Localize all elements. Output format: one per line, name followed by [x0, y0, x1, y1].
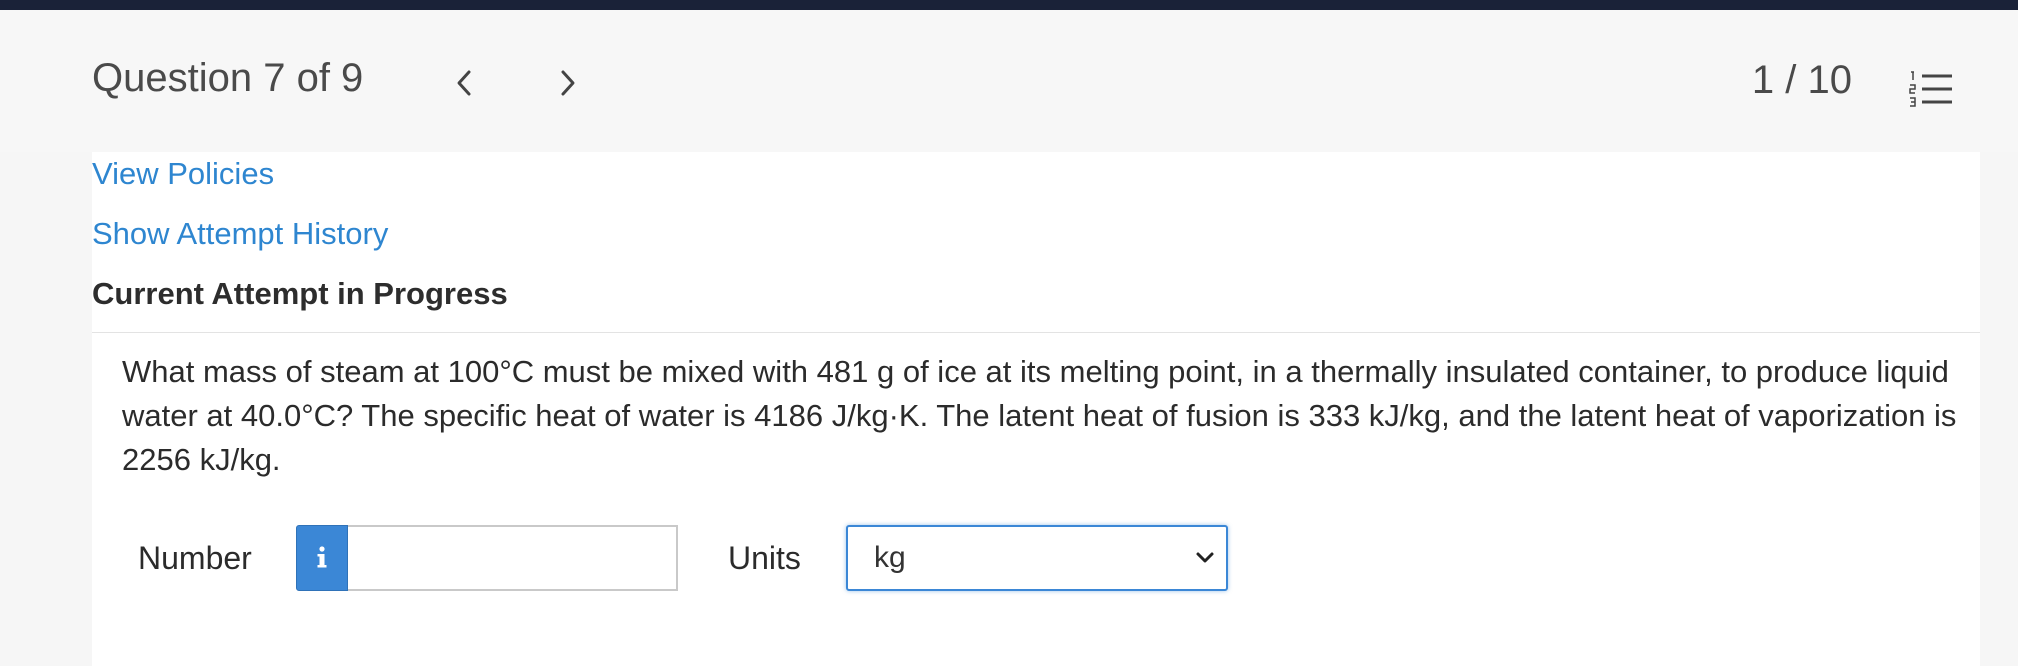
- chevron-down-icon: [1196, 552, 1214, 563]
- top-bar: [0, 0, 2018, 10]
- units-select[interactable]: kg: [846, 525, 1228, 591]
- chevron-right-icon: [561, 70, 575, 96]
- question-text: What mass of steam at 100°C must be mixe…: [122, 354, 1957, 477]
- units-selected-value: kg: [874, 541, 906, 574]
- question-list-button[interactable]: [1908, 70, 1956, 110]
- attempt-page-count: 1 / 10: [1751, 58, 1852, 102]
- question-header: Question 7 of 9 1 / 10: [0, 10, 2018, 152]
- question-counter: Question 7 of 9: [92, 56, 364, 100]
- previous-question-button[interactable]: [444, 60, 484, 106]
- info-icon: [317, 546, 327, 568]
- info-button[interactable]: [296, 525, 348, 591]
- question-content: View Policies Show Attempt History Curre…: [92, 152, 1980, 666]
- units-label: Units: [728, 540, 801, 576]
- number-input[interactable]: [348, 525, 678, 591]
- numbered-list-icon: [1909, 71, 1952, 107]
- show-attempt-history-link[interactable]: Show Attempt History: [92, 216, 388, 252]
- divider: [92, 332, 1980, 333]
- next-question-button[interactable]: [548, 60, 588, 106]
- view-policies-link[interactable]: View Policies: [92, 156, 274, 192]
- number-label: Number: [138, 540, 252, 576]
- chevron-left-icon: [457, 70, 471, 96]
- attempt-heading: Current Attempt in Progress: [92, 276, 508, 311]
